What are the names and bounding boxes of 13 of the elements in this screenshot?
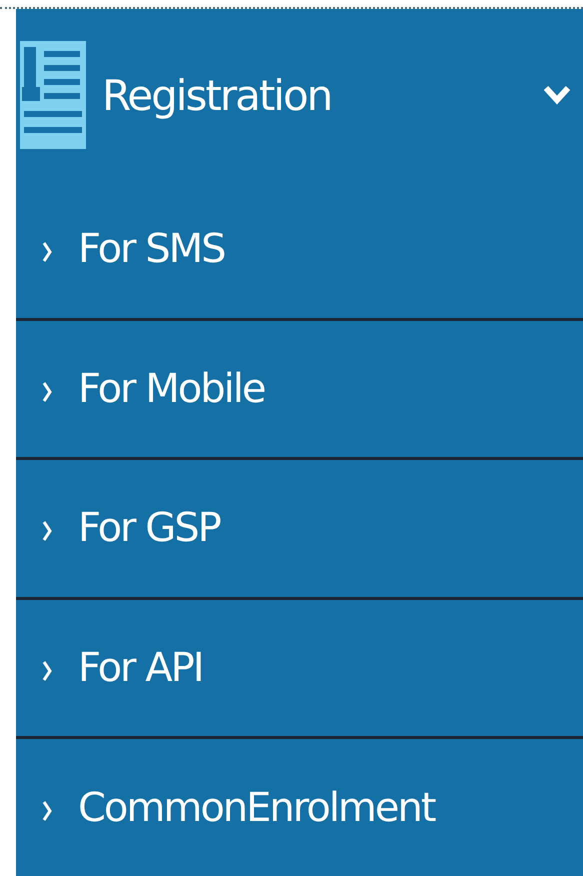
menu-header[interactable]: Registration [16,9,583,181]
menu-item[interactable]: For Mobile [16,358,264,419]
chevron-right-icon [42,241,52,264]
chevron-right-icon [42,660,52,682]
chevron-right-icon [42,380,52,403]
menu-item[interactable]: For GSP [16,498,220,558]
chevron-right-icon [42,520,52,542]
form-icon [20,41,86,149]
chevron-right-icon [42,800,52,822]
menu-item[interactable]: For API [16,638,202,698]
menu-item[interactable]: CommonEnrolment [16,778,435,838]
chevron-icon [543,85,571,105]
menu-item[interactable]: For SMS [16,219,225,280]
